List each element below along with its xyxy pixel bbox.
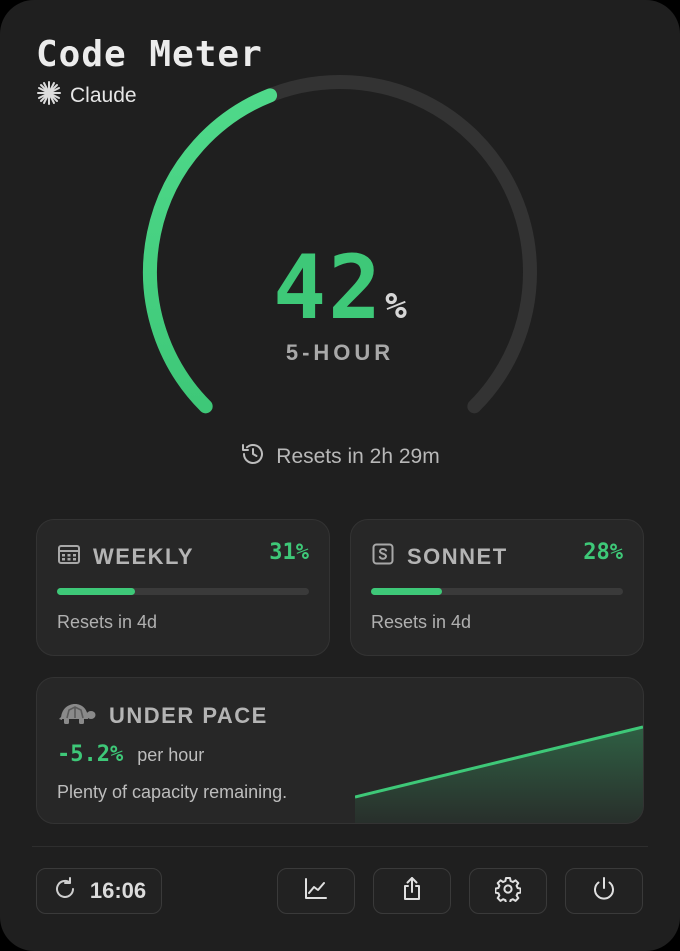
share-icon xyxy=(399,876,425,907)
turtle-icon xyxy=(57,700,97,731)
footer-divider xyxy=(32,846,648,847)
sonnet-progress-fill xyxy=(371,588,442,595)
calendar-icon xyxy=(57,542,81,571)
gauge-percent-unit: % xyxy=(385,286,407,327)
gauge-reset-text: Resets in 2h 29m xyxy=(276,445,440,468)
app-window: Code Meter Claude 42% 5-HOUR Resets in 2… xyxy=(0,0,680,951)
weekly-card: WEEKLY 31% Resets in 4d xyxy=(36,519,330,656)
pace-rate-value: -5.2% xyxy=(57,742,124,767)
gauge-percent: 42% xyxy=(0,236,680,339)
chart-button[interactable] xyxy=(277,868,355,914)
weekly-progress-bar xyxy=(57,588,309,595)
share-button[interactable] xyxy=(373,868,451,914)
gauge-percent-value: 42 xyxy=(273,236,384,339)
pace-rate-unit: per hour xyxy=(137,745,205,765)
gauge-period-label: 5-HOUR xyxy=(285,340,395,365)
pace-card: UNDER PACE -5.2% per hour Plenty of capa… xyxy=(36,677,644,824)
power-icon xyxy=(591,876,617,907)
pace-trend-chart xyxy=(355,725,643,823)
refresh-button[interactable]: 16:06 xyxy=(36,868,162,914)
refresh-icon xyxy=(52,876,78,907)
weekly-reset-text: Resets in 4d xyxy=(57,612,158,632)
pace-message: Plenty of capacity remaining. xyxy=(57,782,288,802)
sonnet-label: SONNET xyxy=(407,543,508,569)
gauge-reset: Resets in 2h 29m xyxy=(0,441,680,473)
weekly-progress-fill xyxy=(57,588,136,595)
pace-label: UNDER PACE xyxy=(109,702,268,728)
sonnet-card: SONNET 28% Resets in 4d xyxy=(350,519,644,656)
settings-button[interactable] xyxy=(469,868,547,914)
weekly-label: WEEKLY xyxy=(93,543,195,569)
sonnet-icon xyxy=(371,542,395,571)
weekly-percent: 31% xyxy=(269,540,309,565)
sonnet-reset-text: Resets in 4d xyxy=(371,612,472,632)
gear-icon xyxy=(494,876,522,907)
chart-icon xyxy=(303,876,329,907)
sonnet-percent: 28% xyxy=(583,540,623,565)
sonnet-progress-bar xyxy=(371,588,623,595)
pace-rate: -5.2% per hour xyxy=(57,742,204,767)
pace-trend-area xyxy=(355,727,643,823)
last-updated-time: 16:06 xyxy=(89,878,147,903)
history-icon xyxy=(240,441,266,473)
power-button[interactable] xyxy=(565,868,643,914)
